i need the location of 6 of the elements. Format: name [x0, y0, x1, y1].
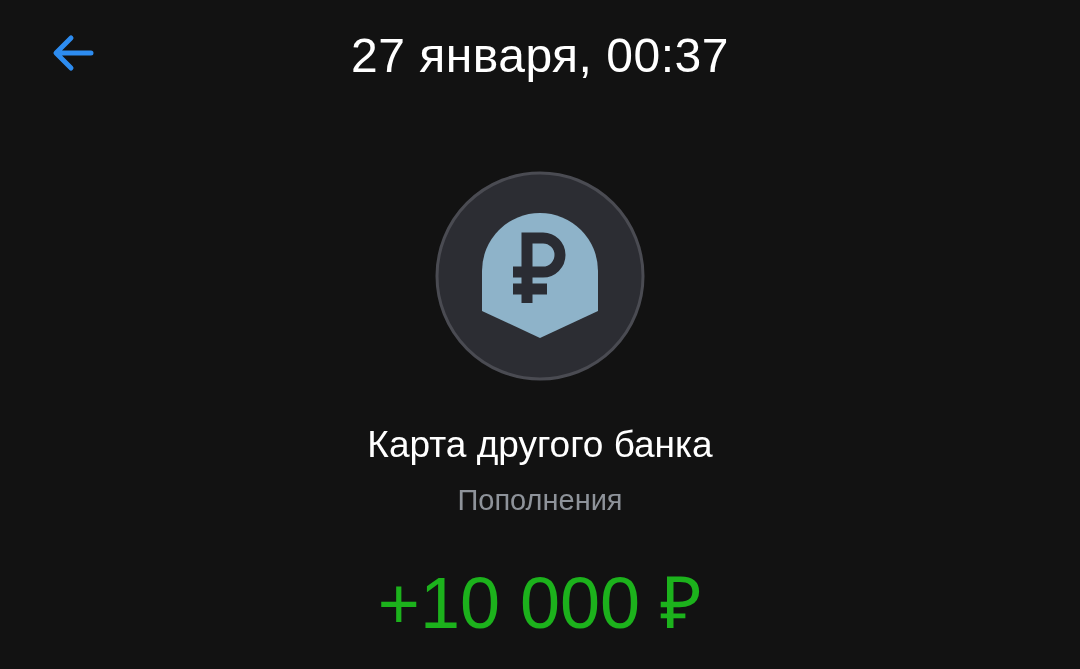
operation-category: Пополнения — [457, 484, 623, 517]
operation-amount: +10 000 ₽ — [377, 562, 703, 645]
operation-name: Карта другого банка — [367, 424, 713, 466]
ruble-tag-icon — [435, 171, 645, 381]
header-title: 27 января, 00:37 — [351, 27, 729, 83]
back-arrow-icon[interactable] — [51, 33, 95, 73]
